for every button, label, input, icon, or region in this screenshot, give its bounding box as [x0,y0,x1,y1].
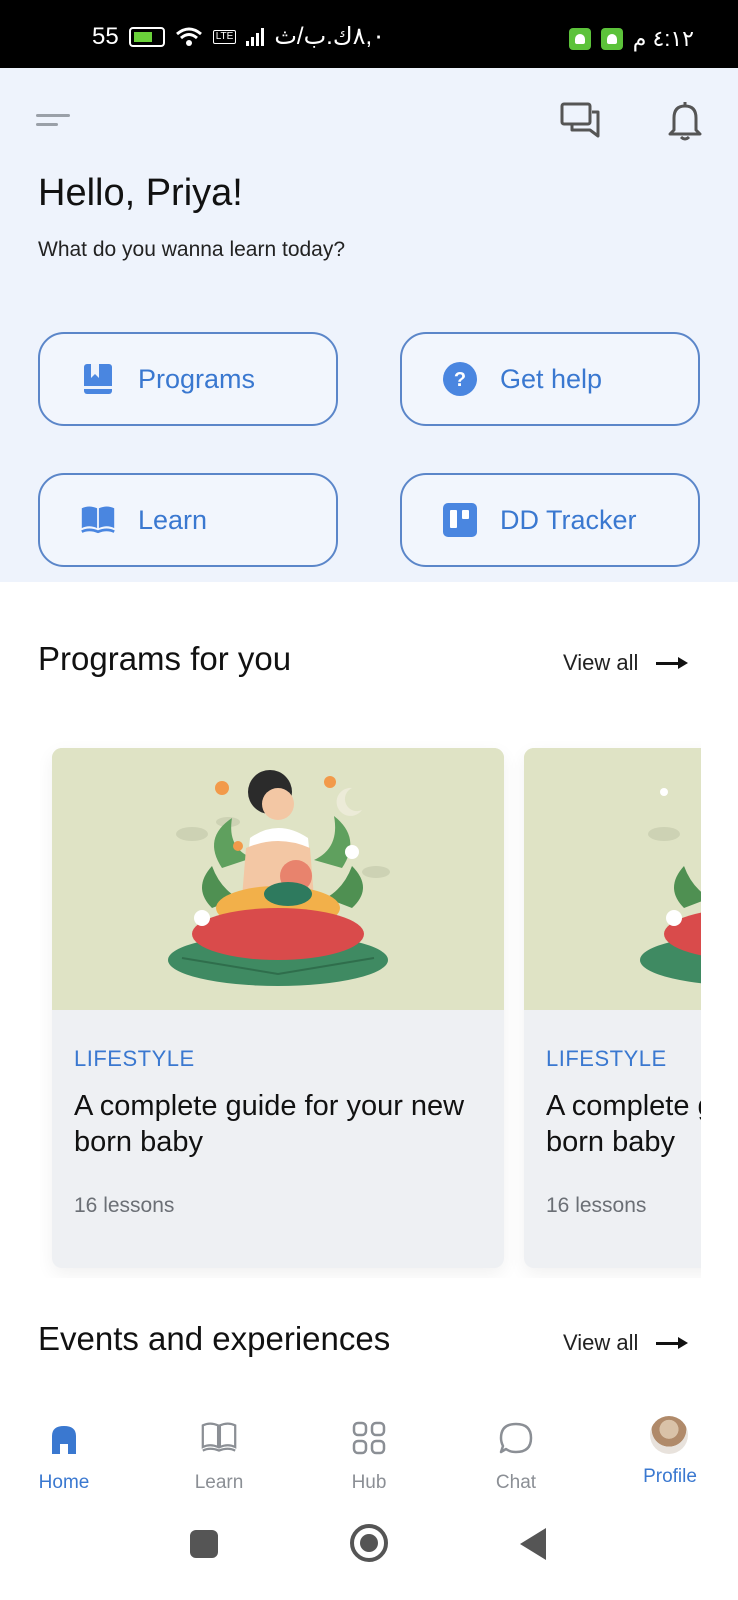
lte-badge: LTE [212,29,237,44]
program-card-illustration [524,748,701,1010]
system-navigation-bar [0,1508,738,1600]
get-help-label: Get help [500,363,603,394]
back-button[interactable] [520,1528,546,1560]
learn-label: Learn [138,504,208,535]
program-card-illustration [52,748,504,1010]
program-title: A complete guide for your new born baby [74,1090,465,1158]
view-all-label: View all [563,650,639,675]
book-icon [201,1422,237,1452]
avatar [650,1416,688,1454]
clock: ٤:١٢ م [632,26,694,51]
tracker-icon [442,502,478,538]
arrow-right-icon [656,1336,689,1350]
status-bar: 55 LTE ٨,٠ك.ب/ث ٤:١٢ م [0,0,738,68]
nav-home-label: Home [38,1472,90,1493]
dd-tracker-button[interactable]: DD Tracker [400,473,700,567]
android-app-icon [568,28,591,50]
nav-profile-label: Profile [643,1466,697,1487]
battery-icon [128,26,165,47]
program-card[interactable]: LIFESTYLE A complete guide for your new … [52,748,504,1268]
bottom-navigation: Home Learn Hub Chat Profile [0,1398,738,1508]
nav-chat-label: Chat [495,1472,537,1493]
programs-button[interactable]: Programs [38,332,338,426]
subtitle: What do you wanna learn today? [38,238,346,261]
programs-label: Programs [138,363,256,394]
nav-learn-label: Learn [194,1472,244,1493]
question-circle-icon: ? [442,361,478,397]
home-system-button[interactable] [350,1524,388,1562]
android-app-icon [600,28,623,50]
carrier-text: ٨,٠ك.ب/ث [274,23,386,50]
arrow-right-icon [656,656,689,670]
dd-tracker-label: DD Tracker [500,504,637,535]
grid-icon [352,1421,386,1455]
status-right: ٤:١٢ م [568,26,694,52]
bookmark-book-icon [80,361,116,397]
nav-hub-label: Hub [351,1472,387,1493]
home-icon [52,1426,76,1454]
events-section-title: Events and experiences [38,1320,391,1357]
learn-button[interactable]: Learn [38,473,338,567]
signal-icon [246,27,265,46]
program-lessons-count: 16 lessons [74,1194,175,1217]
view-all-label: View all [563,1330,639,1355]
program-card[interactable]: LIFESTYLE A complete guide for your new … [524,748,701,1268]
program-category: LIFESTYLE [74,1046,195,1071]
bell-icon[interactable] [666,100,704,142]
network-speed: 55 [92,22,119,50]
programs-view-all-link[interactable]: View all [563,650,689,676]
recents-button[interactable] [190,1530,218,1558]
home-header: Hello, Priya! What do you wanna learn to… [0,68,738,582]
menu-icon[interactable] [36,114,72,130]
program-category: LIFESTYLE [546,1046,667,1071]
wifi-icon [175,27,202,46]
svg-text:?: ? [454,369,466,391]
get-help-button[interactable]: ? Get help [400,332,700,426]
chat-bubble-icon [499,1422,533,1454]
greeting: Hello, Priya! [38,172,243,214]
programs-section-title: Programs for you [38,640,292,677]
status-left: 55 LTE ٨,٠ك.ب/ث [92,22,385,51]
messages-icon[interactable] [560,102,602,140]
program-title: A complete guide for your new born baby [546,1090,701,1158]
program-lessons-count: 16 lessons [546,1194,647,1217]
open-book-icon [80,502,116,538]
program-cards-carousel[interactable]: LIFESTYLE A complete guide for your new … [40,738,701,1278]
events-view-all-link[interactable]: View all [563,1330,689,1356]
